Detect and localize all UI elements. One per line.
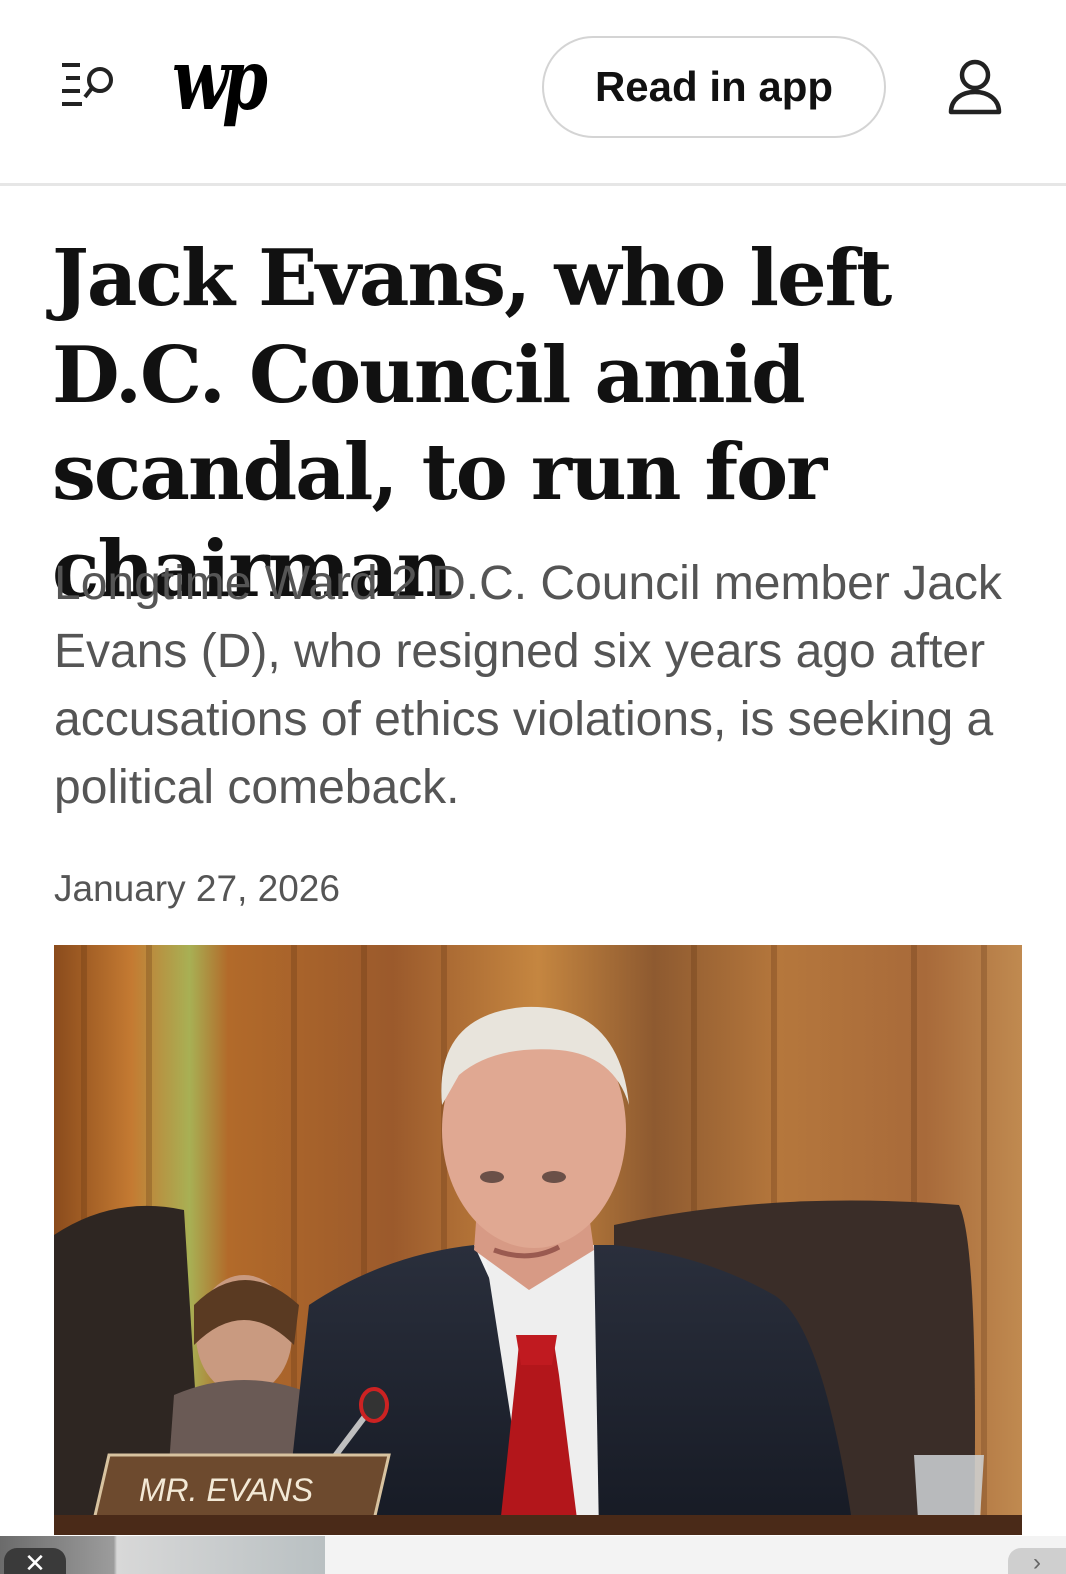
article-date: January 27, 2026 [54, 868, 340, 909]
photo-illustration: MR. EVANS [54, 945, 1022, 1535]
article-dek: Longtime Ward 2 D.C. Council member Jack… [54, 557, 1002, 814]
close-icon: ✕ [24, 1548, 46, 1574]
article-photo[interactable]: MR. EVANS [54, 945, 1022, 1535]
ad-next-button[interactable]: › [1008, 1548, 1066, 1574]
read-in-app-button[interactable]: Read in app [542, 36, 886, 138]
account-button[interactable] [944, 56, 1006, 118]
menu-search-button[interactable] [52, 54, 122, 114]
account-icon [948, 59, 1002, 115]
washington-post-logo[interactable]: wp [172, 30, 268, 130]
ad-close-button[interactable]: ✕ [4, 1548, 66, 1574]
chevron-right-icon: › [1033, 1549, 1041, 1574]
site-header: wp Read in app [0, 0, 1066, 186]
menu-search-icon [62, 63, 113, 106]
photo-nameplate: MR. EVANS [139, 1472, 313, 1508]
